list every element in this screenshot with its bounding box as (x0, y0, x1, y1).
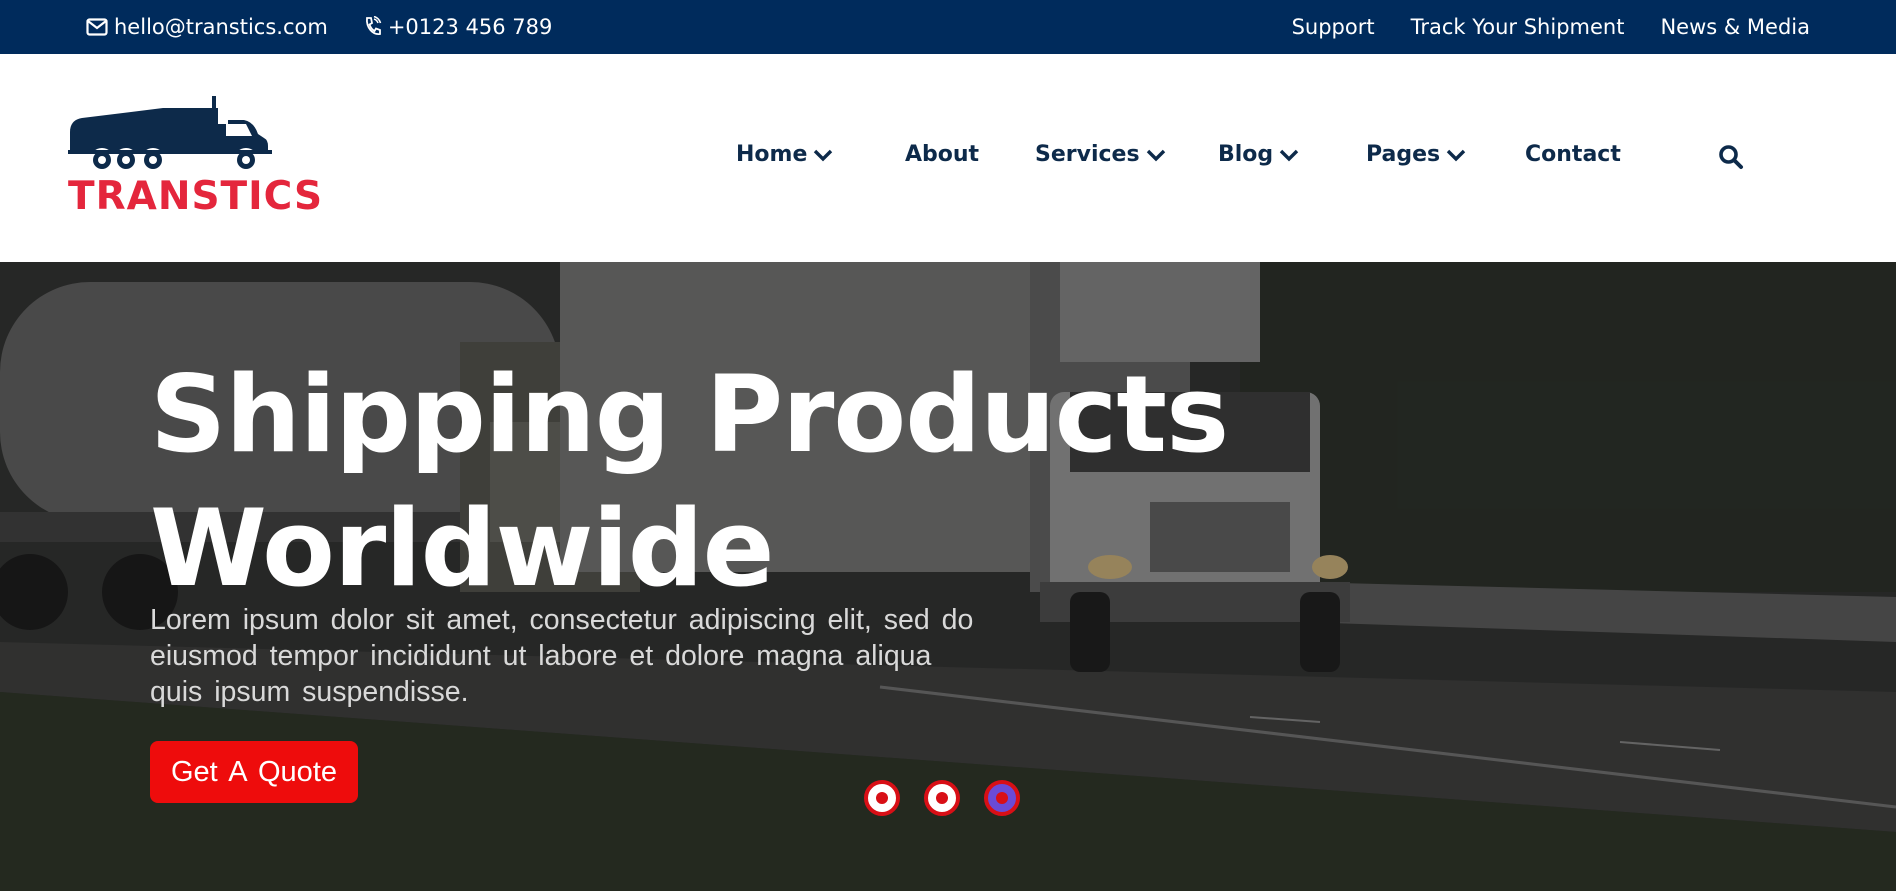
track-shipment-link[interactable]: Track Your Shipment (1411, 15, 1625, 39)
nav-label-services: Services (1035, 142, 1140, 167)
nav-item-home[interactable]: Home (736, 142, 833, 167)
hero-title-line-1: Shipping Products (150, 353, 1229, 476)
slider-dot-2[interactable] (924, 780, 960, 816)
nav-item-contact[interactable]: Contact (1525, 142, 1621, 167)
top-bar-links: Support Track Your Shipment News & Media (1256, 15, 1810, 39)
hero-title: Shipping Products Worldwide (150, 348, 1250, 616)
nav-item-about[interactable]: About (905, 142, 979, 167)
slider-dot-inner (996, 792, 1008, 804)
phone-link[interactable]: +0123 456 789 (364, 15, 553, 39)
support-link[interactable]: Support (1292, 15, 1375, 39)
chevron-down-icon (1279, 148, 1299, 162)
chevron-down-icon (1446, 148, 1466, 162)
nav-label-contact: Contact (1525, 142, 1621, 167)
top-bar-contacts: hello@transtics.com +0123 456 789 (86, 15, 588, 39)
top-bar: hello@transtics.com +0123 456 789 Suppor… (0, 0, 1896, 54)
email-link[interactable]: hello@transtics.com (86, 15, 328, 39)
hero-subtitle: Lorem ipsum dolor sit amet, consectetur … (150, 604, 974, 708)
slider-dot-3[interactable] (984, 780, 1020, 816)
search-button[interactable] (1718, 144, 1744, 175)
main-nav: Home About Services Blog Pages Contact (0, 142, 1896, 182)
hero-slider: Shipping Products Worldwide Lorem ipsum … (0, 262, 1896, 891)
slider-dot-inner (936, 792, 948, 804)
nav-label-about: About (905, 142, 980, 167)
main-header: TRANSTICS Home About Services Blog Pages… (0, 54, 1896, 262)
phone-text: +0123 456 789 (387, 15, 553, 39)
slider-dot-1[interactable] (864, 780, 900, 816)
phone-icon (365, 16, 382, 35)
nav-item-services[interactable]: Services (1035, 142, 1166, 167)
nav-label-pages: Pages (1366, 142, 1441, 167)
slider-dot-inner (876, 792, 888, 804)
nav-label-home: Home (736, 142, 808, 167)
hero-title-line-2: Worldwide (150, 487, 774, 610)
chevron-down-icon (1146, 148, 1166, 162)
nav-label-blog: Blog (1218, 142, 1274, 167)
chevron-down-icon (813, 148, 833, 162)
nav-item-pages[interactable]: Pages (1366, 142, 1466, 167)
email-text: hello@transtics.com (114, 15, 328, 39)
nav-item-blog[interactable]: Blog (1218, 142, 1299, 167)
slider-pagination (0, 780, 1896, 820)
news-media-link[interactable]: News & Media (1660, 15, 1810, 39)
envelope-icon (86, 18, 108, 36)
search-icon (1719, 145, 1743, 169)
